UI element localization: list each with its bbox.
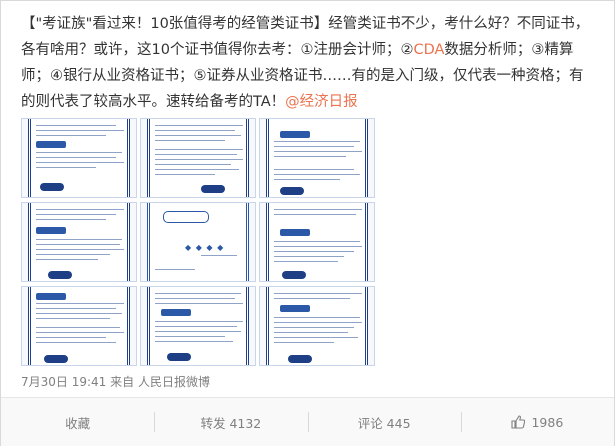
- repost-button[interactable]: 转发 4132: [154, 398, 307, 446]
- certificate-image-3[interactable]: [259, 118, 375, 198]
- certificate-image-6[interactable]: [259, 202, 375, 282]
- certificate-image-1[interactable]: [21, 118, 137, 198]
- post-meta: 7月30日 19:41 来自 人民日报微博: [21, 373, 210, 390]
- certificate-image-2[interactable]: [140, 118, 256, 198]
- favorite-button[interactable]: 收藏: [1, 398, 154, 446]
- certificate-image-9[interactable]: [259, 286, 375, 366]
- like-button[interactable]: 1986: [460, 398, 614, 446]
- source-name[interactable]: 人民日报微博: [138, 375, 210, 389]
- post-time[interactable]: 7月30日 19:41: [21, 375, 106, 389]
- mention-link[interactable]: @经济日报: [285, 94, 358, 110]
- comment-label: 评论 445: [357, 415, 411, 431]
- certificate-image-4[interactable]: [21, 202, 137, 282]
- image-grid: ◆ ◆ ◆ ◆: [21, 118, 375, 368]
- comment-button[interactable]: 评论 445: [307, 398, 461, 446]
- repost-label: 转发 4132: [200, 415, 262, 431]
- post-text: 【"考证族"看过来！10张值得考的经管类证书】经管类证书不少，考什么好？不同证书…: [21, 11, 596, 115]
- source-prefix: 来自: [110, 375, 135, 389]
- cda-link[interactable]: CDA: [413, 42, 444, 58]
- certificate-image-7[interactable]: [21, 286, 137, 366]
- action-bar: 收藏 转发 4132 评论 445 1986: [1, 397, 614, 446]
- certificate-image-5[interactable]: ◆ ◆ ◆ ◆: [140, 202, 256, 282]
- like-count: 1986: [531, 414, 564, 430]
- weibo-post-card: 【"考证族"看过来！10张值得考的经管类证书】经管类证书不少，考什么好？不同证书…: [0, 0, 615, 446]
- certificate-image-8[interactable]: [140, 286, 256, 366]
- favorite-label: 收藏: [65, 415, 91, 431]
- thumbs-up-icon: [511, 415, 526, 429]
